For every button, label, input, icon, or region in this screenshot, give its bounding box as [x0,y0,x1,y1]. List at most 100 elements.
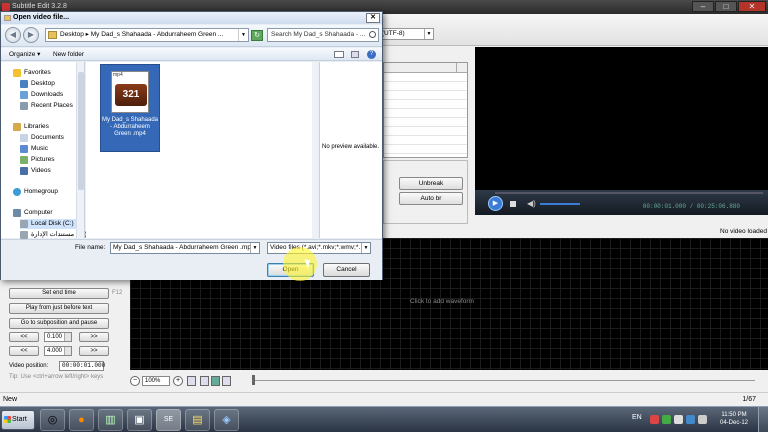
cancel-button[interactable]: Cancel [323,263,370,277]
nav-documents[interactable]: Documents [20,133,64,143]
table-row[interactable] [384,109,467,118]
nav-computer[interactable]: Computer [13,208,53,218]
address-bar[interactable]: Desktop ▸ My Dad_s Shahaada - Abdurrahee… [45,28,249,42]
vertical-zoom-icon[interactable] [187,376,196,386]
app-icon-blue[interactable]: ◈ [214,409,239,431]
nav-scrollbar[interactable] [76,62,84,238]
table-row[interactable] [384,91,467,100]
desktop-icon [20,80,28,88]
zoom-out-icon[interactable]: − [130,376,140,386]
chevron-down-icon: ▼ [424,29,433,39]
auto-br-button[interactable]: Auto br [399,192,463,205]
seek-bar[interactable] [495,192,763,194]
recent-places-icon [20,102,28,110]
stop-icon[interactable] [510,201,516,207]
video-player[interactable]: ▶ ◀) 00:00:01.000 / 00:25:06.880 [475,47,768,215]
play-before-button[interactable]: Play from just before text [9,303,109,314]
step-back-button[interactable]: << [9,332,39,342]
video-position-field[interactable]: 00:00:01.000 [59,361,105,371]
file-item[interactable]: mp4 321 My Dad_s Shahaada - Abdurraheem … [100,64,160,152]
start-button[interactable]: Start [1,410,35,430]
help-icon[interactable]: ? [367,50,376,59]
view-options-icon[interactable] [334,51,344,58]
subtitle-edit-icon[interactable]: SE [156,409,181,431]
nav-videos[interactable]: Videos [20,166,51,176]
play-icon[interactable]: ▶ [488,196,503,211]
tray-icon[interactable] [674,415,683,424]
nav-desktop[interactable]: Desktop [20,79,55,89]
nav-recent-places[interactable]: Recent Places [20,101,73,111]
refresh-icon[interactable]: ↻ [251,30,263,41]
file-scrollbar[interactable] [312,62,318,238]
firefox-icon[interactable]: ● [69,409,94,431]
tray-icon[interactable] [650,415,659,424]
nav-downloads[interactable]: Downloads [20,90,63,100]
open-file-dialog: Open video file... ✕ ◀ ▶ Desktop ▸ My Da… [0,11,383,280]
step-size-stepper[interactable]: 0.100 [44,332,72,342]
chevron-down-icon[interactable]: ▼ [250,243,259,253]
volume-icon[interactable]: ◀) [527,199,536,208]
organize-button[interactable]: Organize ▾ [9,48,40,61]
zoom-in-icon[interactable]: + [173,376,183,386]
file-name-field[interactable]: My Dad_s Shahaada - Abdurraheem Green .m… [110,242,260,254]
table-row[interactable] [384,145,467,154]
nav-libraries[interactable]: Libraries [13,122,49,132]
jump-back-button[interactable]: << [9,346,39,356]
position-thumb[interactable] [252,375,255,385]
file-list[interactable]: mp4 321 My Dad_s Shahaada - Abdurraheem … [86,62,318,238]
forward-icon[interactable]: ▶ [23,27,39,43]
maximize-button[interactable]: □ [715,1,737,12]
camera-icon[interactable]: ▣ [127,409,152,431]
minimize-button[interactable]: – [692,1,714,12]
set-end-time-button[interactable]: Set end time [9,288,109,299]
preview-pane-icon[interactable] [351,51,359,58]
file-type-select[interactable]: Video files (*.avi;*.mkv;*.wmv;*. ▼ [267,242,371,254]
nav-favorites[interactable]: Favorites [13,68,51,78]
tray-icon[interactable] [662,415,671,424]
explorer-icon[interactable]: ▤ [185,409,210,431]
table-row[interactable] [384,82,467,91]
language-indicator[interactable]: EN [632,414,642,421]
new-folder-button[interactable]: New folder [53,48,84,61]
file-name-label: File name: [75,244,106,251]
play-selection-icon[interactable] [200,376,209,386]
subtitle-grid[interactable] [383,62,468,158]
chevron-down-icon[interactable]: ▼ [238,29,248,41]
status-bar: New 1/67 [0,392,768,406]
jump-forward-button[interactable]: >> [79,346,109,356]
folder-icon [48,31,57,39]
file-name: My Dad_s Shahaada - Abdurraheem Green .m… [101,117,159,137]
table-row[interactable] [384,127,467,136]
media-player-icon[interactable]: ◎ [40,409,65,431]
go-to-subposition-button[interactable]: Go to subposition and pause [9,318,109,329]
unbreak-button[interactable]: Unbreak [399,177,463,190]
nav-pictures[interactable]: Pictures [20,155,54,165]
search-placeholder: Search My Dad_s Shahaada - ... [271,31,366,38]
step-forward-button[interactable]: >> [79,332,109,342]
nav-homegroup[interactable]: Homegroup [13,187,58,197]
table-row[interactable] [384,100,467,109]
toggle-follow-icon[interactable] [211,376,220,386]
app-icon-green[interactable]: ▥ [98,409,123,431]
position-track[interactable] [255,380,755,381]
table-row[interactable] [384,118,467,127]
table-row[interactable] [384,73,467,82]
table-row[interactable] [384,136,467,145]
jump-size-stepper[interactable]: 4.000 [44,346,72,356]
volume-slider[interactable] [540,203,580,205]
arrow-right-icon[interactable] [222,376,231,386]
show-desktop-button[interactable] [758,407,768,432]
nav-music[interactable]: Music [20,144,48,154]
star-icon [13,69,21,77]
network-icon[interactable] [686,415,695,424]
back-icon[interactable]: ◀ [5,27,21,43]
downloads-icon [20,91,28,99]
clock[interactable]: 11:50 PM 04-Dec-12 [720,411,748,427]
dialog-close-button[interactable]: ✕ [366,13,380,23]
search-input[interactable]: Search My Dad_s Shahaada - ... [267,28,379,42]
volume-icon[interactable] [698,415,707,424]
nav-local-disk[interactable]: Local Disk (C:) [20,219,76,229]
zoom-select[interactable]: 100% [142,376,170,386]
close-button[interactable]: ✕ [738,1,766,12]
file-type-value: Video files (*.avi;*.mkv;*.wmv;*. [270,244,361,251]
